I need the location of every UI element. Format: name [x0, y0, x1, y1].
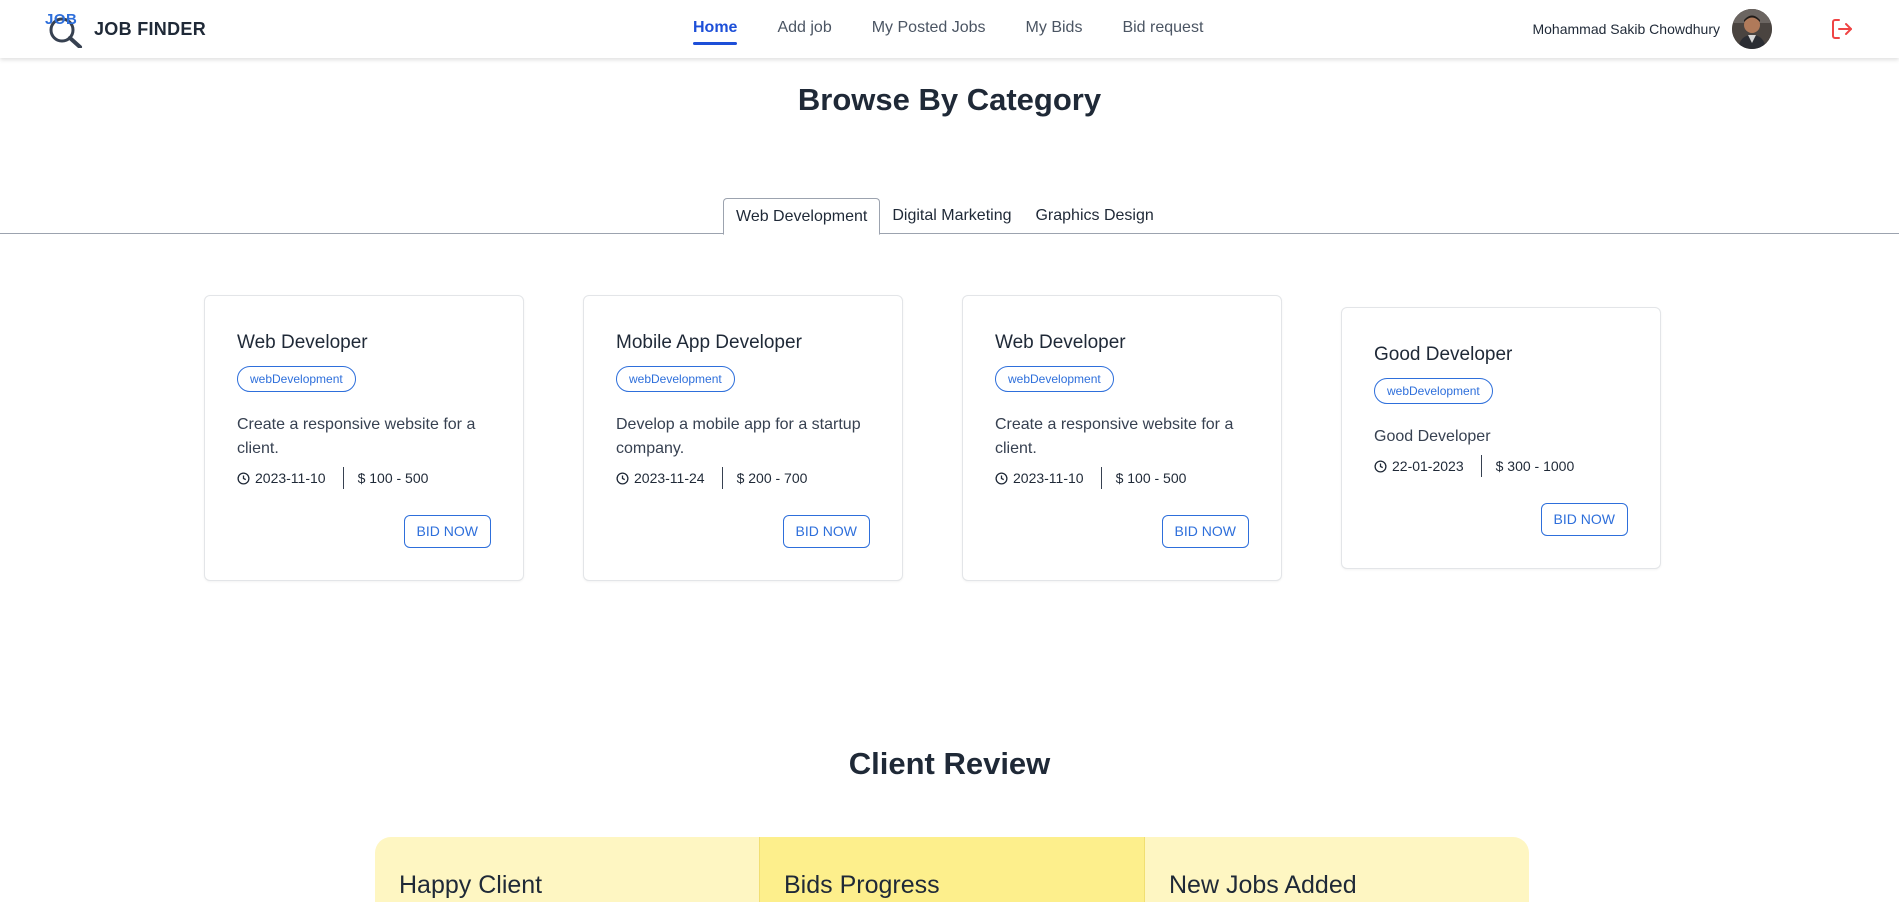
nav-link-home[interactable]: Home [693, 0, 738, 58]
category-badge: webDevelopment [237, 366, 356, 392]
user-area: Mohammad Sakib Chowdhury [1532, 0, 1854, 58]
meta-divider [1480, 455, 1482, 477]
meta-divider [721, 467, 723, 489]
bid-now-button[interactable]: BID NOW [1540, 503, 1628, 536]
tab-digital-marketing[interactable]: Digital Marketing [880, 198, 1023, 234]
job-price-range: $ 100 - 500 [357, 470, 429, 486]
tab-graphics-design[interactable]: Graphics Design [1023, 198, 1165, 234]
job-meta: 2023-11-24 $ 200 - 700 [616, 467, 807, 489]
client-review-title: Client Review [848, 746, 1051, 781]
job-title: Good Developer [1374, 344, 1513, 365]
clock-icon [1374, 459, 1387, 473]
bid-now-button[interactable]: BID NOW [782, 515, 870, 548]
job-description: Good Developer [1374, 428, 1491, 445]
logo-text: JOB [45, 11, 78, 28]
job-finder-logo-icon: JOB [44, 10, 86, 48]
job-price-range: $ 100 - 500 [1115, 470, 1187, 486]
stat-label: New Jobs Added [1169, 871, 1357, 899]
nav-link-add-job[interactable]: Add job [777, 0, 831, 58]
user-name: Mohammad Sakib Chowdhury [1532, 21, 1720, 37]
stat-label: Happy Client [399, 871, 543, 899]
job-deadline: 2023-11-24 [634, 470, 705, 486]
job-card: Web Developer webDevelopment Create a re… [962, 295, 1282, 581]
job-description: Develop a mobile app for a startup compa… [616, 416, 861, 457]
stat-bids-progress: Bids Progress [759, 837, 1145, 902]
nav-link-my-posted-jobs[interactable]: My Posted Jobs [872, 0, 986, 58]
job-card: Good Developer webDevelopment Good Devel… [1341, 307, 1661, 569]
job-card: Web Developer webDevelopment Create a re… [204, 295, 524, 581]
navbar: JOB JOB FINDER Home Add job My Posted Jo… [0, 0, 1899, 58]
job-deadline: 22-01-2023 [1392, 458, 1464, 474]
nav-link-bid-request[interactable]: Bid request [1122, 0, 1203, 58]
job-price-range: $ 300 - 1000 [1495, 458, 1575, 474]
category-badge: webDevelopment [616, 366, 735, 392]
tab-web-development[interactable]: Web Development [723, 198, 881, 235]
clock-icon [237, 471, 250, 485]
avatar[interactable] [1732, 9, 1772, 49]
job-meta: 2023-11-10 $ 100 - 500 [237, 467, 428, 489]
category-tabs: Web Development Digital Marketing Graphi… [723, 198, 1166, 235]
job-price-range: $ 200 - 700 [736, 470, 808, 486]
job-meta: 22-01-2023 $ 300 - 1000 [1374, 455, 1574, 477]
meta-divider [1100, 467, 1102, 489]
job-meta: 2023-11-10 $ 100 - 500 [995, 467, 1186, 489]
stat-label: Bids Progress [784, 871, 940, 899]
nav-link-my-bids[interactable]: My Bids [1026, 0, 1083, 58]
clock-icon [616, 471, 629, 485]
main-nav: Home Add job My Posted Jobs My Bids Bid … [693, 0, 1243, 58]
job-card: Mobile App Developer webDevelopment Deve… [583, 295, 903, 581]
brand-name: JOB FINDER [94, 18, 207, 39]
job-title: Web Developer [995, 332, 1126, 353]
clock-icon [995, 471, 1008, 485]
job-deadline: 2023-11-10 [1013, 470, 1084, 486]
category-badge: webDevelopment [1374, 378, 1493, 404]
job-title: Mobile App Developer [616, 332, 802, 353]
stat-happy-client: Happy Client [375, 837, 759, 902]
job-description: Create a responsive website for a client… [237, 416, 476, 457]
brand-logo-link[interactable]: JOB JOB FINDER [44, 9, 206, 49]
bid-now-button[interactable]: BID NOW [403, 515, 491, 548]
meta-divider [342, 467, 344, 489]
stats-panel: Happy Client Bids Progress New Jobs Adde… [375, 837, 1529, 902]
stat-new-jobs-added: New Jobs Added [1145, 837, 1529, 902]
category-badge: webDevelopment [995, 366, 1114, 392]
browse-by-category-title: Browse By Category [797, 82, 1102, 117]
job-description: Create a responsive website for a client… [995, 416, 1234, 457]
job-title: Web Developer [237, 332, 368, 353]
job-deadline: 2023-11-10 [255, 470, 326, 486]
bid-now-button[interactable]: BID NOW [1161, 515, 1249, 548]
logout-icon[interactable] [1830, 17, 1854, 41]
